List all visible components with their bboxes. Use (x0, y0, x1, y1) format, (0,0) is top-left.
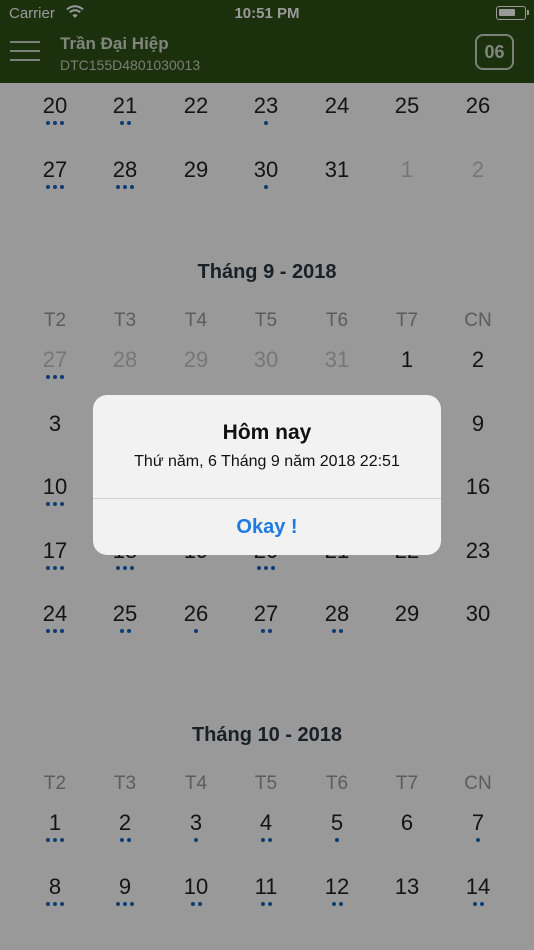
okay-button[interactable]: Okay ! (93, 499, 441, 555)
today-alert: Hôm nay Thứ năm, 6 Tháng 9 năm 2018 22:5… (93, 395, 441, 555)
alert-title: Hôm nay (222, 421, 312, 444)
alert-message: Thứ năm, 6 Tháng 9 năm 2018 22:51 (134, 453, 400, 470)
